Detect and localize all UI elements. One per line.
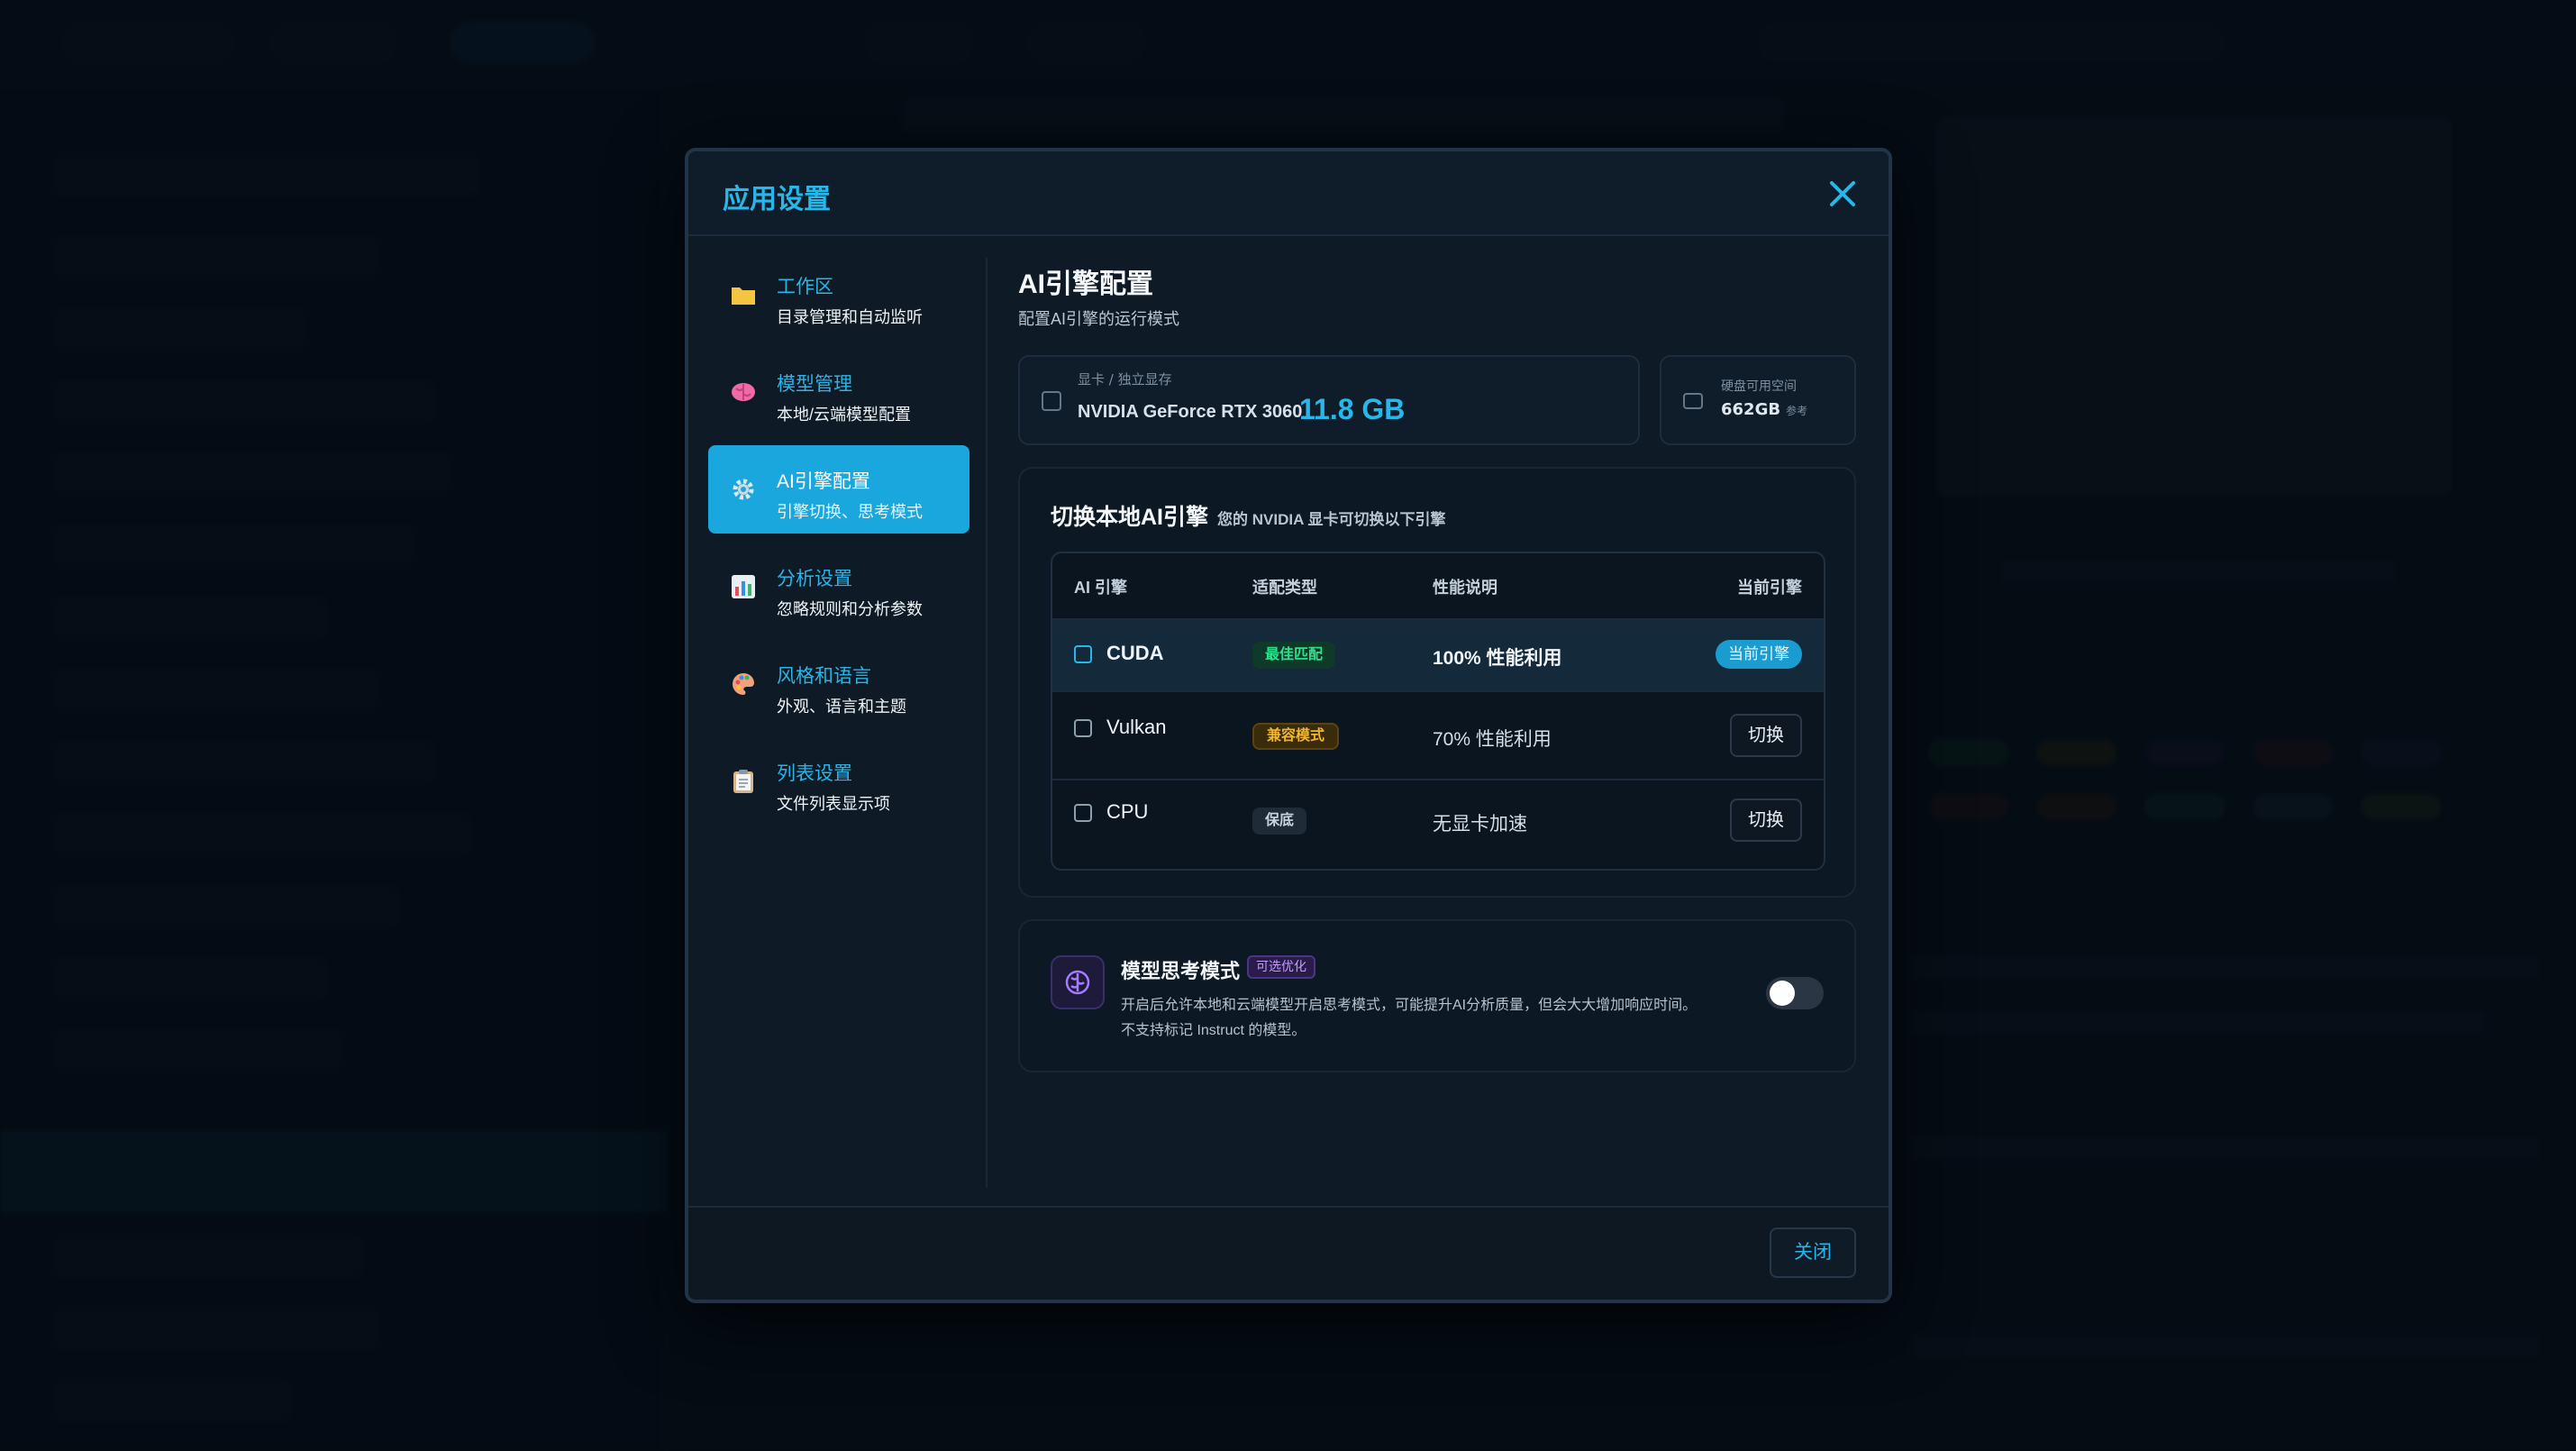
nav-item-label: 列表设置 — [777, 763, 852, 784]
disk-space: 662GB — [1721, 400, 1781, 419]
cpu-chip-icon — [1074, 719, 1092, 737]
table-row: Vulkan 兼容模式 70% 性能利用 切换 — [1052, 690, 1824, 779]
page-title: AI引擎配置 — [1018, 269, 1153, 299]
switch-vulkan-button[interactable]: 切换 — [1730, 714, 1802, 757]
engine-section-subtitle: 您的 NVIDIA 显卡可切换以下引擎 — [1217, 511, 1446, 528]
disk-value: 662GB 参考 — [1721, 400, 1807, 419]
nav-item-desc: 目录管理和自动监听 — [777, 308, 923, 326]
table-header: AI 引擎 适配类型 性能说明 当前引擎 — [1052, 553, 1824, 618]
hard-drive-icon — [1683, 393, 1703, 409]
engine-name: CUDA — [1106, 642, 1164, 664]
status-badge: 兼容模式 — [1252, 723, 1340, 750]
thinking-desc-line2: 不支持标记 Instruct 的模型。 — [1121, 1023, 1306, 1038]
settings-nav: 工作区 目录管理和自动监听 模型管理 本地/云端模型配置 AI引擎配置 引擎切换… — [708, 251, 969, 835]
engine-perf: 无显卡加速 — [1433, 814, 1527, 835]
close-icon[interactable] — [1824, 175, 1861, 213]
switch-cpu-button[interactable]: 切换 — [1730, 799, 1802, 842]
toggle-knob — [1770, 981, 1795, 1006]
nav-item-list-settings[interactable]: 列表设置 文件列表显示项 — [708, 737, 969, 826]
nav-item-style-language[interactable]: 风格和语言 外观、语言和主题 — [708, 640, 969, 728]
thinking-mode-title: 模型思考模式 — [1121, 960, 1241, 982]
nav-item-desc: 忽略规则和分析参数 — [777, 600, 923, 618]
status-badge: 保底 — [1252, 808, 1307, 835]
nav-item-models[interactable]: 模型管理 本地/云端模型配置 — [708, 348, 969, 436]
nav-item-desc: 本地/云端模型配置 — [777, 406, 912, 424]
nav-item-analysis[interactable]: 分析设置 忽略规则和分析参数 — [708, 543, 969, 631]
engine-perf: 100% 性能利用 — [1433, 648, 1562, 669]
nav-item-desc: 引擎切换、思考模式 — [777, 503, 923, 521]
table-row: CPU 保底 无显卡加速 切换 — [1052, 779, 1824, 869]
brain-icon — [730, 379, 757, 406]
palette-icon — [730, 671, 757, 698]
nav-item-ai-engine[interactable]: AI引擎配置 引擎切换、思考模式 — [708, 445, 969, 534]
dialog-title: 应用设置 — [723, 185, 831, 214]
header-type: 适配类型 — [1252, 579, 1317, 597]
brain-icon — [1051, 955, 1105, 1009]
header-perf: 性能说明 — [1433, 579, 1497, 597]
disk-caption: 硬盘可用空间 — [1721, 379, 1797, 394]
nav-item-desc: 外观、语言和主题 — [777, 698, 906, 716]
nav-item-workspace[interactable]: 工作区 目录管理和自动监听 — [708, 251, 969, 339]
gpu-info-card: 显卡 / 独立显存 NVIDIA GeForce RTX 3060 11.8 G… — [1018, 355, 1640, 445]
disk-info-card: 硬盘可用空间 662GB 参考 — [1660, 355, 1856, 445]
close-button[interactable]: 关闭 — [1770, 1227, 1856, 1278]
bar-chart-icon — [730, 573, 757, 600]
gpu-memory: 11.8 GB — [1299, 393, 1406, 425]
nav-item-label: 风格和语言 — [777, 666, 871, 687]
engine-perf: 70% 性能利用 — [1433, 729, 1552, 750]
thinking-mode-panel: 模型思考模式 可选优化 开启后允许本地和云端模型开启思考模式，可能提升AI分析质… — [1018, 919, 1856, 1072]
header-engine: AI 引擎 — [1074, 579, 1128, 597]
engine-title-text: 切换本地AI引擎 — [1051, 505, 1209, 530]
optional-badge: 可选优化 — [1247, 955, 1315, 979]
settings-content: AI引擎配置 配置AI引擎的运行模式 显卡 / 独立显存 NVIDIA GeFo… — [1018, 251, 1856, 1072]
engine-section-title: 切换本地AI引擎 您的 NVIDIA 显卡可切换以下引擎 — [1051, 499, 1445, 532]
engine-name: Vulkan — [1106, 716, 1167, 738]
thinking-mode-desc: 开启后允许本地和云端模型开启思考模式，可能提升AI分析质量，但会大大增加响应时间… — [1121, 993, 1752, 1044]
nav-item-label: AI引擎配置 — [777, 471, 870, 492]
cpu-chip-icon — [1074, 804, 1092, 822]
nav-divider — [986, 258, 988, 1188]
cpu-chip-icon — [1074, 645, 1092, 663]
page-subtitle: 配置AI引擎的运行模式 — [1018, 310, 1180, 328]
status-badge: 最佳匹配 — [1252, 642, 1336, 669]
thinking-desc-line1: 开启后允许本地和云端模型开启思考模式，可能提升AI分析质量，但会大大增加响应时间… — [1121, 998, 1698, 1013]
gpu-caption: 显卡 / 独立显存 — [1078, 371, 1172, 388]
gpu-chip-icon — [1042, 391, 1061, 411]
gpu-name: NVIDIA GeForce RTX 3060 — [1078, 402, 1303, 422]
current-engine-badge: 当前引擎 — [1716, 640, 1802, 669]
dialog-footer: 关闭 — [688, 1206, 1889, 1300]
thinking-mode-toggle[interactable] — [1766, 977, 1824, 1009]
gear-icon — [730, 476, 757, 503]
engine-switch-panel: 切换本地AI引擎 您的 NVIDIA 显卡可切换以下引擎 AI 引擎 适配类型 性… — [1018, 467, 1856, 898]
folder-icon — [730, 281, 757, 308]
clipboard-icon — [730, 768, 757, 795]
dialog-header: 应用设置 — [688, 151, 1889, 236]
table-row: CUDA 最佳匹配 100% 性能利用 当前引擎 — [1052, 618, 1824, 690]
disk-note: 参考 — [1786, 405, 1808, 417]
settings-dialog: 应用设置 工作区 目录管理和自动监听 模型管理 本地/云端模型配置 AI引擎配置… — [685, 148, 1892, 1303]
nav-item-label: 工作区 — [777, 277, 833, 297]
nav-item-desc: 文件列表显示项 — [777, 795, 890, 813]
nav-item-label: 模型管理 — [777, 374, 852, 395]
nav-item-label: 分析设置 — [777, 569, 852, 589]
header-current: 当前引擎 — [1737, 579, 1802, 597]
engine-table: AI 引擎 适配类型 性能说明 当前引擎 CUDA 最佳匹配 100% 性能利用… — [1051, 552, 1825, 871]
engine-name: CPU — [1106, 800, 1149, 823]
